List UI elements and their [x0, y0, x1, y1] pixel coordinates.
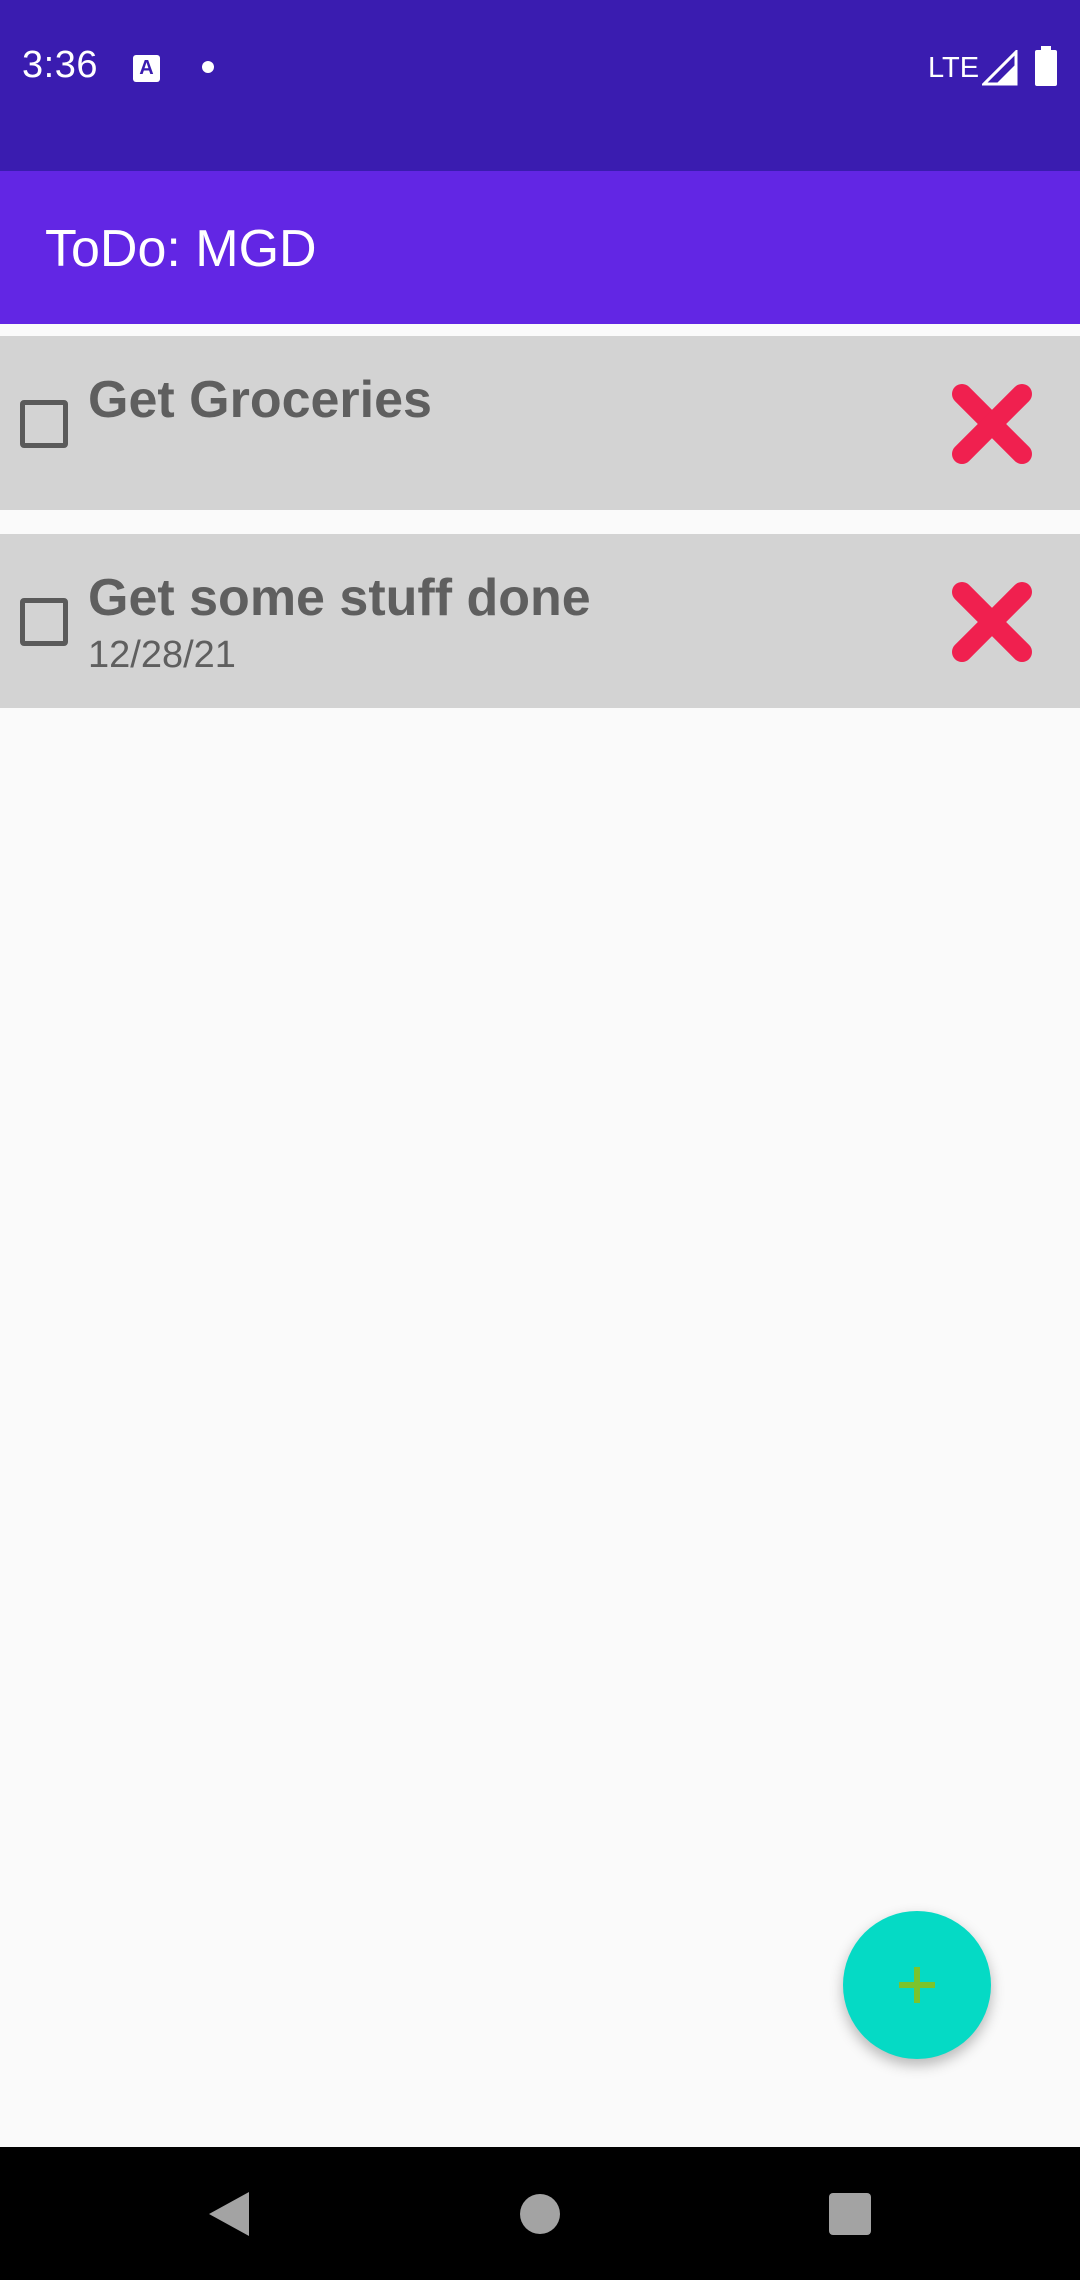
network-type: LTE — [928, 52, 980, 84]
home-icon[interactable] — [520, 2194, 560, 2234]
todo-date: 12/28/21 — [88, 634, 236, 676]
delete-icon[interactable] — [950, 580, 1034, 664]
navigation-bar — [0, 2147, 1080, 2280]
todo-title: Get some stuff done — [88, 569, 591, 627]
page-title: ToDo: MGD — [45, 220, 317, 278]
back-icon[interactable] — [203, 2188, 253, 2240]
todo-checkbox[interactable] — [20, 400, 68, 448]
signal-icon — [982, 50, 1018, 86]
todo-list: Get Groceries Get some stuff done 12/28/… — [0, 336, 1080, 732]
recents-icon[interactable] — [829, 2193, 871, 2235]
battery-icon — [1035, 46, 1057, 86]
status-time: 3:36 — [22, 44, 98, 86]
notification-dot-icon — [202, 61, 214, 73]
list-item[interactable]: Get some stuff done 12/28/21 — [0, 534, 1080, 708]
add-todo-button[interactable] — [843, 1911, 991, 2059]
plus-icon — [899, 1967, 935, 2003]
delete-icon[interactable] — [950, 382, 1034, 466]
list-item[interactable]: Get Groceries — [0, 336, 1080, 510]
app-bar: ToDo: MGD — [0, 171, 1080, 324]
todo-checkbox[interactable] — [20, 598, 68, 646]
keyboard-a-icon: A — [133, 55, 160, 82]
todo-title: Get Groceries — [88, 371, 432, 429]
status-bar: 3:36 A LTE — [0, 0, 1080, 171]
